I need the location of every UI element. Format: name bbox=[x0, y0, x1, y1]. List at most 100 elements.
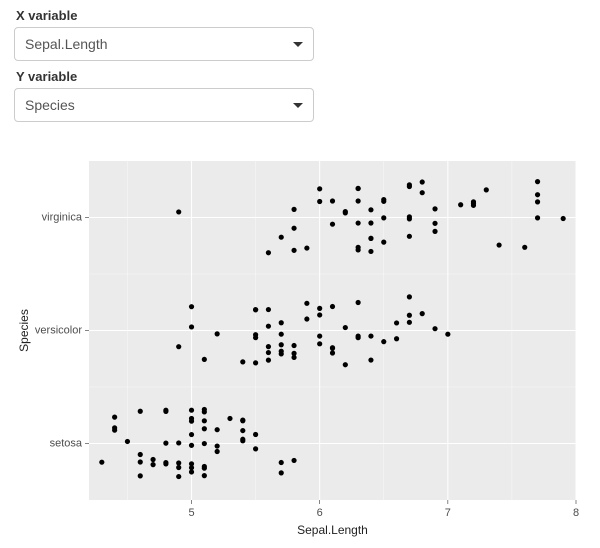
data-point bbox=[202, 426, 207, 431]
data-point bbox=[189, 408, 194, 413]
data-point bbox=[215, 331, 220, 336]
data-point bbox=[202, 418, 207, 423]
data-point bbox=[279, 470, 284, 475]
data-point bbox=[150, 462, 155, 467]
data-point bbox=[407, 320, 412, 325]
data-point bbox=[420, 179, 425, 184]
data-point bbox=[253, 446, 258, 451]
data-point bbox=[317, 333, 322, 338]
data-point bbox=[202, 409, 207, 414]
data-point bbox=[125, 439, 130, 444]
data-point bbox=[202, 466, 207, 471]
data-point bbox=[176, 344, 181, 349]
data-point bbox=[253, 432, 258, 437]
data-point bbox=[317, 312, 322, 317]
data-point bbox=[535, 215, 540, 220]
data-point bbox=[343, 209, 348, 214]
data-point bbox=[330, 198, 335, 203]
data-point bbox=[176, 474, 181, 479]
data-point bbox=[266, 250, 271, 255]
data-point bbox=[381, 240, 386, 245]
data-point bbox=[535, 192, 540, 197]
data-point bbox=[432, 221, 437, 226]
data-point bbox=[202, 441, 207, 446]
data-point bbox=[368, 333, 373, 338]
data-point bbox=[163, 441, 168, 446]
data-point bbox=[330, 350, 335, 355]
data-point bbox=[266, 324, 271, 329]
data-point bbox=[343, 362, 348, 367]
svg-text:8: 8 bbox=[573, 507, 579, 519]
data-point bbox=[381, 215, 386, 220]
data-point bbox=[356, 198, 361, 203]
data-point bbox=[561, 216, 566, 221]
data-point bbox=[407, 234, 412, 239]
data-point bbox=[215, 427, 220, 432]
data-point bbox=[304, 316, 309, 321]
svg-text:6: 6 bbox=[317, 507, 323, 519]
data-point bbox=[138, 473, 143, 478]
data-point bbox=[317, 186, 322, 191]
data-point bbox=[407, 313, 412, 318]
data-point bbox=[215, 449, 220, 454]
data-point bbox=[522, 245, 527, 250]
y-variable-select[interactable]: Species bbox=[14, 88, 314, 122]
data-point bbox=[189, 443, 194, 448]
data-point bbox=[356, 220, 361, 225]
data-point bbox=[420, 190, 425, 195]
data-point bbox=[163, 460, 168, 465]
data-point bbox=[317, 306, 322, 311]
caret-down-icon bbox=[293, 103, 303, 108]
data-point bbox=[471, 199, 476, 204]
data-point bbox=[189, 465, 194, 470]
data-point bbox=[381, 197, 386, 202]
caret-down-icon bbox=[293, 42, 303, 47]
svg-text:versicolor: versicolor bbox=[35, 325, 82, 337]
data-point bbox=[240, 418, 245, 423]
data-point bbox=[266, 344, 271, 349]
data-point bbox=[112, 415, 117, 420]
data-point bbox=[240, 359, 245, 364]
y-variable-label: Y variable bbox=[14, 69, 586, 84]
data-point bbox=[304, 245, 309, 250]
data-point bbox=[240, 428, 245, 433]
data-point bbox=[407, 294, 412, 299]
data-point bbox=[189, 324, 194, 329]
data-point bbox=[330, 345, 335, 350]
data-point bbox=[535, 199, 540, 204]
data-point bbox=[497, 242, 502, 247]
data-point bbox=[163, 409, 168, 414]
data-point bbox=[176, 209, 181, 214]
y-variable-control: Y variable Species bbox=[14, 69, 586, 122]
data-point bbox=[407, 216, 412, 221]
scatter-chart: 5678setosaversicolorvirginicaSepal.Lengt… bbox=[14, 155, 586, 540]
data-point bbox=[432, 326, 437, 331]
data-point bbox=[368, 357, 373, 362]
data-point bbox=[317, 199, 322, 204]
data-point bbox=[279, 342, 284, 347]
svg-text:7: 7 bbox=[445, 507, 451, 519]
data-point bbox=[484, 187, 489, 192]
data-point bbox=[368, 207, 373, 212]
svg-text:5: 5 bbox=[188, 507, 194, 519]
data-point bbox=[458, 202, 463, 207]
data-point bbox=[138, 459, 143, 464]
data-point bbox=[279, 235, 284, 240]
x-variable-select[interactable]: Sepal.Length bbox=[14, 27, 314, 61]
y-axis-title: Species bbox=[17, 309, 31, 352]
data-point bbox=[356, 245, 361, 250]
data-point bbox=[227, 416, 232, 421]
data-point bbox=[368, 236, 373, 241]
data-point bbox=[138, 452, 143, 457]
data-point bbox=[381, 339, 386, 344]
data-point bbox=[253, 360, 258, 365]
data-point bbox=[202, 357, 207, 362]
data-point bbox=[356, 334, 361, 339]
data-point bbox=[407, 182, 412, 187]
x-axis-title: Sepal.Length bbox=[297, 523, 368, 537]
data-point bbox=[176, 465, 181, 470]
data-point bbox=[291, 226, 296, 231]
data-point bbox=[394, 336, 399, 341]
x-variable-value: Sepal.Length bbox=[25, 36, 108, 52]
data-point bbox=[356, 300, 361, 305]
